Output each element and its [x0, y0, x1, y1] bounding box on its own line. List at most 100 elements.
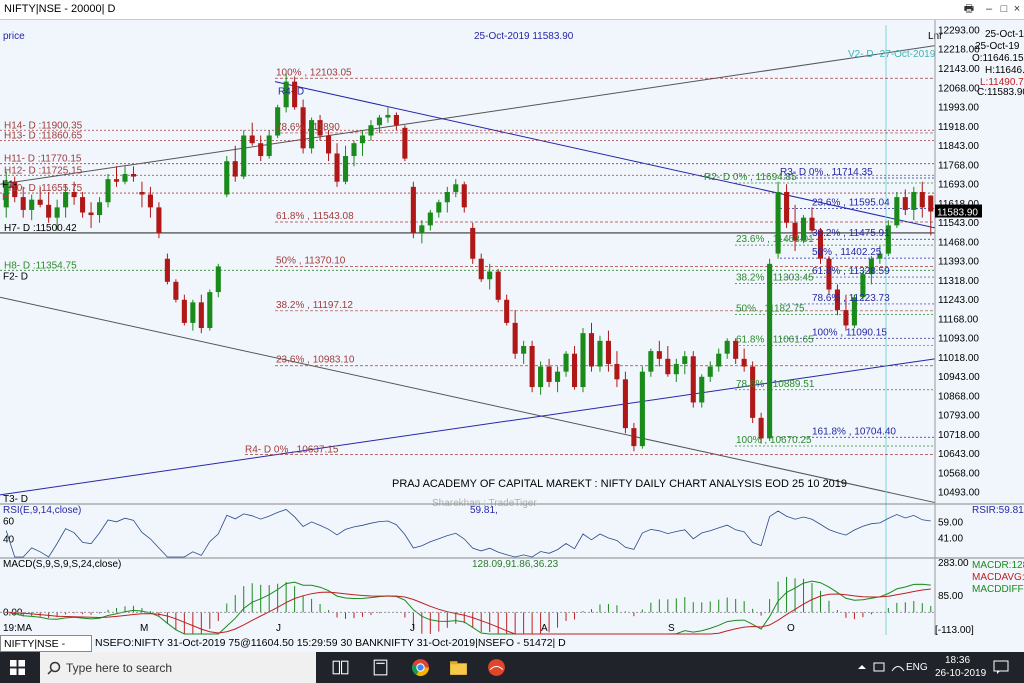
chrome-icon[interactable]: [410, 657, 431, 678]
candle-body[interactable]: [521, 345, 527, 354]
candle-body[interactable]: [20, 197, 26, 210]
candle-body[interactable]: [911, 191, 917, 210]
candle-body[interactable]: [767, 263, 773, 439]
candle-body[interactable]: [385, 114, 391, 118]
candle-body[interactable]: [147, 194, 153, 208]
candle-body[interactable]: [37, 199, 43, 205]
candle-body[interactable]: [495, 271, 501, 300]
candle-body[interactable]: [656, 351, 662, 359]
candle-body[interactable]: [588, 333, 595, 367]
candle-body[interactable]: [605, 340, 611, 364]
candle-body[interactable]: [88, 212, 94, 216]
candle-body[interactable]: [699, 376, 705, 403]
clock-date[interactable]: 26-10-2019: [935, 668, 986, 679]
chart-tab-others[interactable]: NSEFO:NIFTY 31-Oct-2019 75@11604.50 15:2…: [92, 635, 566, 652]
candle-body[interactable]: [529, 345, 535, 388]
candle-body[interactable]: [80, 197, 86, 213]
candle-body[interactable]: [215, 266, 221, 293]
taskbar-search-box[interactable]: Type here to search: [40, 652, 316, 683]
candle-body[interactable]: [368, 125, 374, 136]
candle-body[interactable]: [181, 299, 187, 323]
candle-body[interactable]: [648, 351, 654, 372]
candle-body[interactable]: [402, 127, 408, 159]
candle-body[interactable]: [326, 135, 332, 154]
candle-body[interactable]: [96, 202, 103, 216]
candle-body[interactable]: [622, 379, 628, 429]
candle-body[interactable]: [902, 197, 908, 210]
candle-body[interactable]: [105, 179, 111, 203]
file-explorer-icon[interactable]: [448, 657, 469, 678]
candle-body[interactable]: [156, 207, 162, 234]
candle-body[interactable]: [342, 156, 349, 182]
candle-body[interactable]: [54, 207, 60, 218]
candle-body[interactable]: [351, 143, 357, 157]
candle-body[interactable]: [393, 114, 399, 126]
chart-tab-nifty[interactable]: NIFTY|NSE - 20000| D: [0, 635, 92, 667]
candle-body[interactable]: [750, 366, 756, 418]
candle-body[interactable]: [113, 179, 120, 182]
candle-body[interactable]: [919, 191, 925, 208]
candle-body[interactable]: [665, 358, 671, 375]
candle-body[interactable]: [419, 225, 425, 234]
candle-body[interactable]: [690, 356, 696, 403]
candle-body[interactable]: [29, 199, 35, 210]
candle-body[interactable]: [258, 143, 264, 157]
candle-body[interactable]: [682, 356, 688, 364]
candle-body[interactable]: [173, 281, 179, 300]
candle-body[interactable]: [563, 353, 569, 372]
candle-body[interactable]: [224, 161, 230, 195]
candle-body[interactable]: [410, 186, 416, 234]
candle-body[interactable]: [504, 299, 510, 323]
candle-body[interactable]: [478, 258, 484, 280]
candle-body[interactable]: [614, 363, 620, 380]
candle-body[interactable]: [784, 191, 790, 223]
candle-body[interactable]: [436, 202, 442, 213]
candle-body[interactable]: [376, 117, 382, 126]
candle-body[interactable]: [359, 135, 366, 144]
candle-body[interactable]: [461, 184, 467, 208]
print-icon[interactable]: 🖶: [960, 1, 978, 17]
candle-body[interactable]: [122, 174, 128, 182]
price-chart[interactable]: price25-Oct-2019 11583.90LnrV2- D -27-Oc…: [0, 20, 1024, 635]
candle-body[interactable]: [444, 191, 450, 203]
candle-body[interactable]: [928, 195, 934, 212]
candle-body[interactable]: [538, 366, 544, 388]
candle-body[interactable]: [198, 302, 204, 329]
candle-body[interactable]: [130, 174, 137, 177]
candle-body[interactable]: [631, 428, 637, 447]
close-button[interactable]: ×: [1008, 1, 1024, 17]
candle-body[interactable]: [639, 371, 645, 447]
candle-body[interactable]: [46, 204, 52, 218]
clock-time[interactable]: 18:36: [945, 655, 970, 666]
candle-body[interactable]: [724, 340, 730, 354]
calculator-icon[interactable]: [370, 657, 391, 678]
notification-icon[interactable]: [993, 660, 1009, 675]
candle-body[interactable]: [597, 340, 603, 367]
task-view-icon[interactable]: [330, 657, 351, 678]
candle-body[interactable]: [555, 371, 561, 382]
candle-body[interactable]: [266, 135, 272, 157]
candle-body[interactable]: [453, 184, 459, 192]
candle-body[interactable]: [571, 353, 578, 388]
candle-body[interactable]: [232, 161, 238, 177]
candle-body[interactable]: [190, 302, 196, 323]
candle-body[interactable]: [249, 135, 255, 144]
candle-body[interactable]: [512, 322, 518, 354]
candle-body[interactable]: [707, 366, 713, 377]
candle-body[interactable]: [241, 135, 247, 177]
candle-body[interactable]: [716, 353, 722, 367]
candle-body[interactable]: [207, 292, 213, 329]
candle-body[interactable]: [894, 197, 900, 226]
candle-body[interactable]: [470, 227, 476, 259]
candle-body[interactable]: [673, 363, 679, 375]
candle-body[interactable]: [487, 271, 493, 280]
language-indicator[interactable]: ENG: [906, 662, 928, 673]
candle-body[interactable]: [427, 212, 433, 226]
candle-body[interactable]: [334, 153, 340, 182]
candle-body[interactable]: [164, 258, 170, 282]
candle-body[interactable]: [843, 310, 849, 326]
candle-body[interactable]: [139, 191, 145, 195]
candle-body[interactable]: [580, 333, 586, 388]
candle-body[interactable]: [546, 366, 552, 382]
tradetiger-app-icon[interactable]: [486, 657, 507, 678]
